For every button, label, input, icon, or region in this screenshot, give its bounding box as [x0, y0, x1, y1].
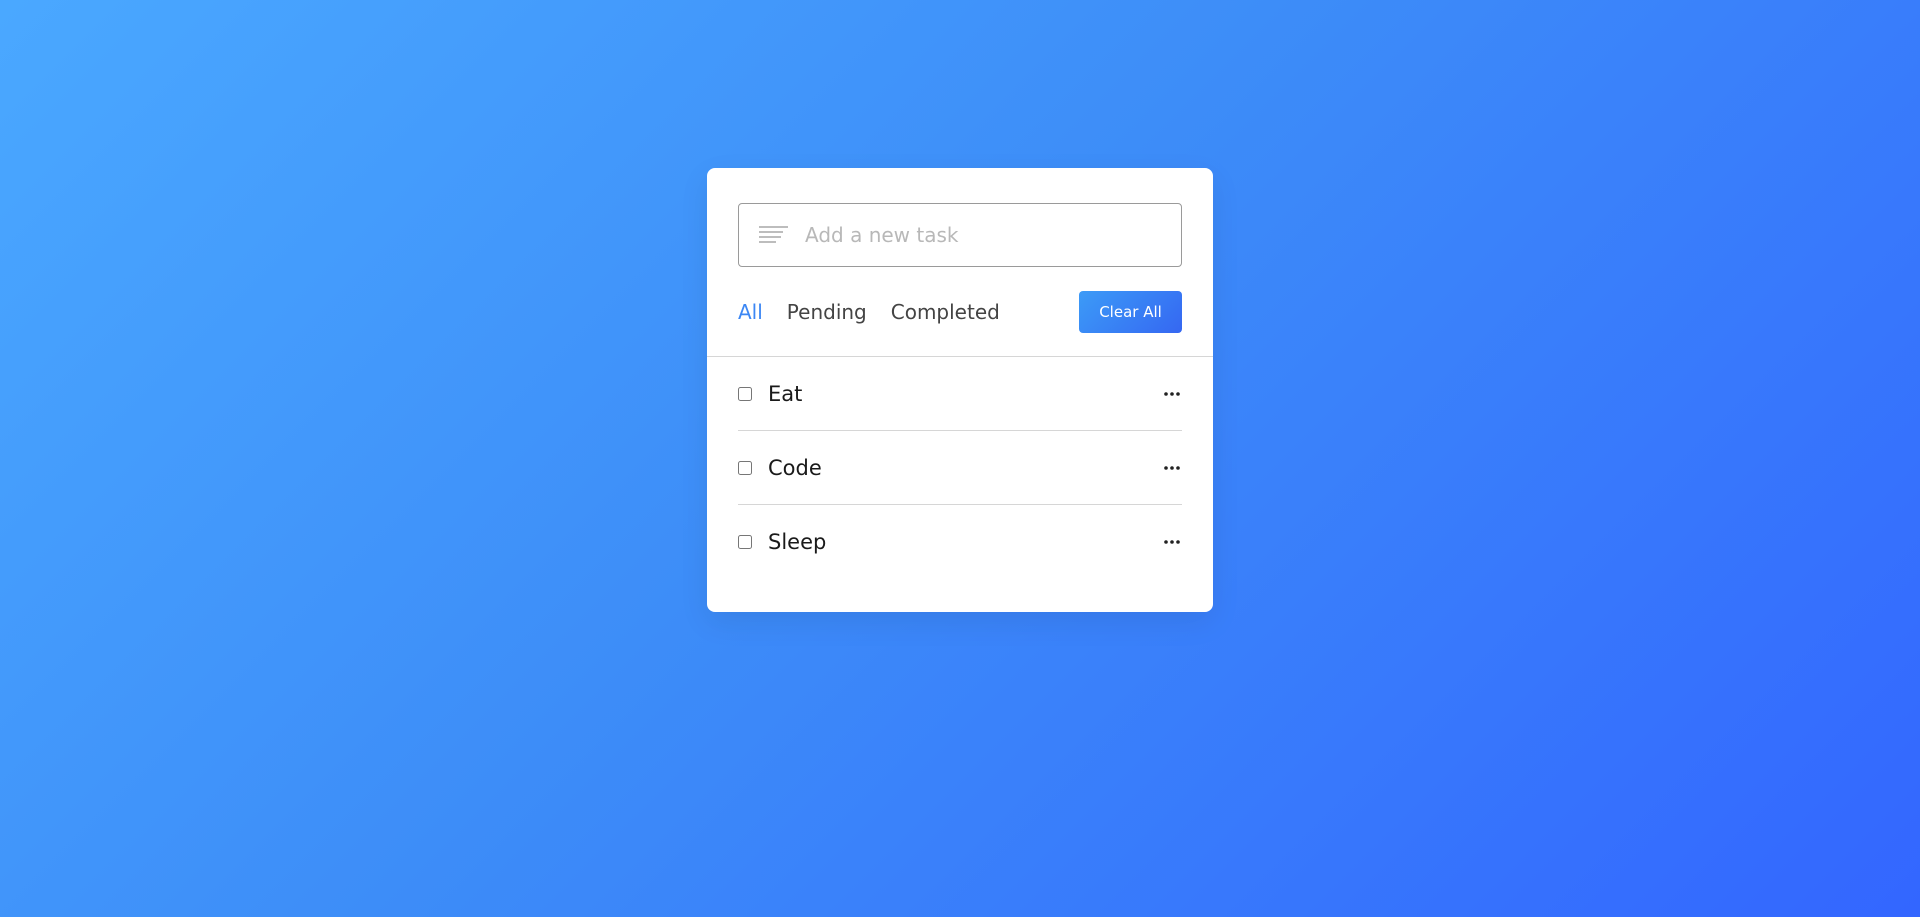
task-checkbox[interactable]	[738, 535, 752, 549]
align-left-icon	[759, 224, 789, 246]
filter-tabs: All Pending Completed	[738, 300, 1024, 324]
task-name: Eat	[768, 381, 803, 406]
controls-row: All Pending Completed Clear All	[738, 291, 1182, 333]
task-item: Eat	[738, 357, 1182, 431]
task-list: Eat Code Sleep	[738, 357, 1182, 579]
filter-completed[interactable]: Completed	[891, 300, 1000, 324]
more-horizontal-icon[interactable]	[1162, 384, 1182, 404]
filter-pending[interactable]: Pending	[787, 300, 867, 324]
task-item: Sleep	[738, 505, 1182, 579]
todo-card: All Pending Completed Clear All Eat Code	[707, 168, 1213, 612]
filter-all[interactable]: All	[738, 300, 763, 324]
task-checkbox[interactable]	[738, 386, 752, 401]
task-name: Sleep	[768, 530, 827, 554]
task-checkbox[interactable]	[738, 460, 752, 475]
task-name: Code	[768, 455, 822, 480]
more-horizontal-icon[interactable]	[1162, 532, 1182, 552]
task-input[interactable]	[805, 204, 1181, 266]
clear-all-button[interactable]: Clear All	[1079, 291, 1182, 333]
more-horizontal-icon[interactable]	[1162, 458, 1182, 478]
task-input-wrapper[interactable]	[738, 203, 1182, 267]
task-item: Code	[738, 431, 1182, 505]
